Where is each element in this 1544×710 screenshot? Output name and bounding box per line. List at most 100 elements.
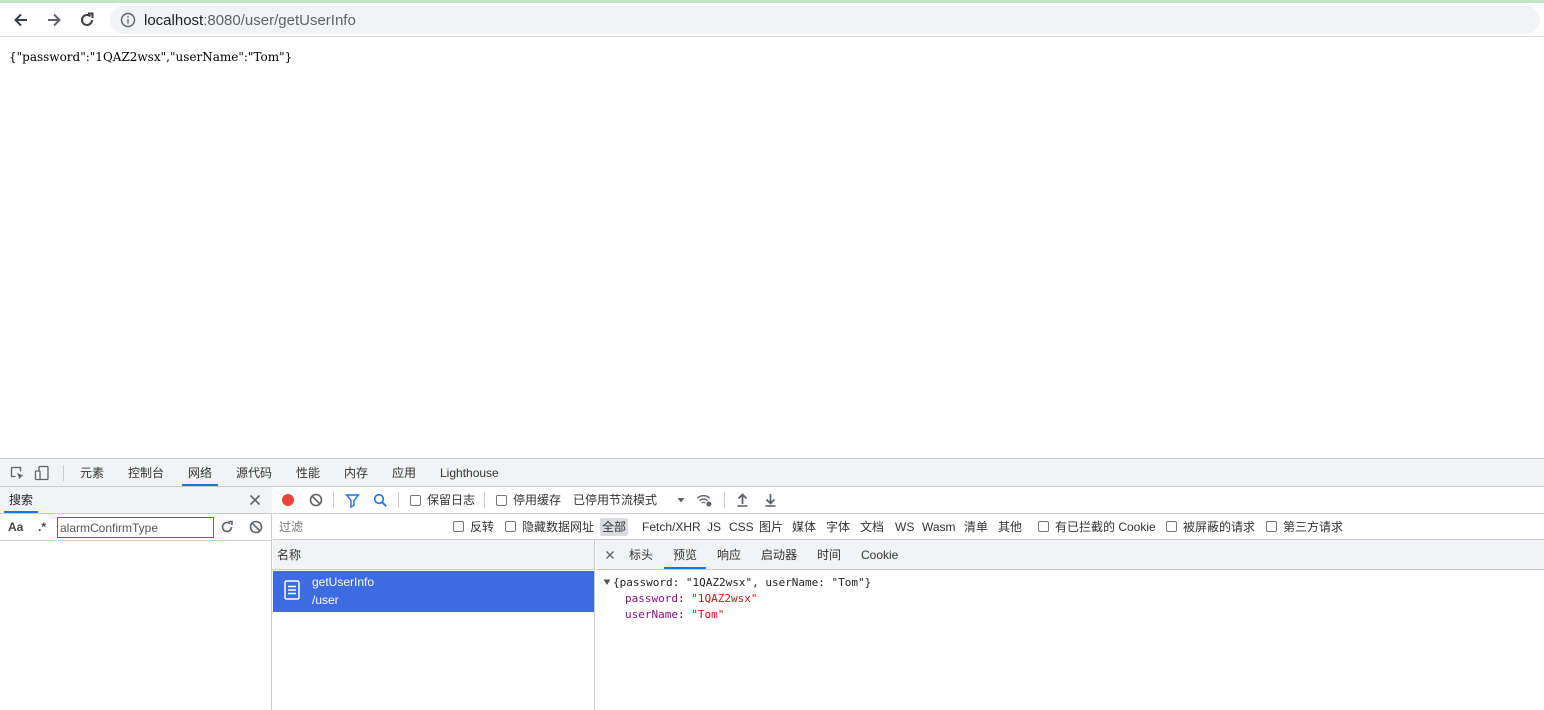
- request-list: 名称 getUserInfo /user: [273, 540, 595, 710]
- tab-headers[interactable]: 标头: [620, 540, 662, 569]
- tab-network[interactable]: 网络: [182, 459, 219, 486]
- close-detail-icon[interactable]: [602, 547, 618, 563]
- expand-triangle-icon[interactable]: [603, 578, 611, 586]
- tab-console[interactable]: 控制台: [122, 459, 170, 486]
- json-root-node[interactable]: {password: "1QAZ2wsx", userName: "Tom"}: [603, 575, 871, 591]
- tab-response[interactable]: 响应: [708, 540, 750, 569]
- filter-type-ws[interactable]: WS: [893, 518, 916, 536]
- upload-icon[interactable]: [734, 492, 750, 508]
- filter-type-img[interactable]: 图片: [757, 518, 785, 536]
- chevron-down-icon[interactable]: [673, 492, 689, 508]
- filter-type-font[interactable]: 字体: [824, 518, 852, 536]
- tab-timing[interactable]: 时间: [808, 540, 850, 569]
- filter-type-all[interactable]: 全部: [600, 518, 629, 536]
- detail-tab-bar: 标头 预览 响应 启动器 时间 Cookie: [596, 540, 1544, 570]
- match-case-toggle[interactable]: Aa: [8, 514, 23, 540]
- tab-performance[interactable]: 性能: [290, 459, 326, 486]
- tab-preview[interactable]: 预览: [664, 540, 707, 569]
- record-icon[interactable]: [280, 492, 296, 508]
- search-input[interactable]: [57, 517, 214, 538]
- json-key: password: [625, 592, 678, 605]
- request-name: getUserInfo: [312, 575, 375, 589]
- preserve-log-label: 保留日志: [427, 493, 476, 507]
- blocked-cookies-checkbox[interactable]: [1038, 521, 1049, 532]
- json-summary: {password: "1QAZ2wsx", userName: "Tom"}: [613, 576, 872, 589]
- filter-type-other[interactable]: 其他: [996, 518, 1024, 536]
- arrow-right-icon: [48, 13, 61, 27]
- filter-icon[interactable]: [344, 492, 360, 508]
- filter-row: 反转 隐藏数据网址 全部 Fetch/XHR JS CSS 图片 媒体 字体 文…: [273, 514, 1544, 540]
- url-text[interactable]: localhost:8080/user/getUserInfo: [144, 12, 356, 29]
- blocked-requests-label: 被屏蔽的请求: [1183, 520, 1256, 534]
- tab-lighthouse[interactable]: Lighthouse: [434, 459, 505, 486]
- clear-search-icon[interactable]: [248, 519, 264, 535]
- tab-cookies[interactable]: Cookie: [852, 540, 907, 569]
- json-value: "1QAZ2wsx": [691, 592, 758, 605]
- refresh-icon[interactable]: [219, 519, 235, 535]
- divider: [398, 492, 399, 508]
- filter-type-wasm[interactable]: Wasm: [920, 518, 958, 536]
- filter-type-css[interactable]: CSS: [727, 518, 756, 536]
- back-button[interactable]: [9, 8, 33, 32]
- tab-application[interactable]: 应用: [386, 459, 422, 486]
- disable-cache-checkbox[interactable]: [496, 495, 507, 506]
- url-path: :8080/user/getUserInfo: [203, 11, 356, 29]
- json-field-password: password: "1QAZ2wsx": [625, 592, 758, 605]
- reload-icon: [81, 12, 94, 26]
- search-icon[interactable]: [372, 492, 388, 508]
- hide-data-urls-label: 隐藏数据网址: [522, 520, 595, 534]
- third-party-checkbox[interactable]: [1266, 521, 1277, 532]
- third-party-label: 第三方请求: [1283, 520, 1344, 534]
- devtools-tab-bar: 元素 控制台 网络 源代码 性能 内存 应用 Lighthouse: [0, 459, 1544, 487]
- request-path: /user: [312, 593, 339, 607]
- download-icon[interactable]: [762, 492, 778, 508]
- tab-elements[interactable]: 元素: [74, 459, 110, 486]
- inspect-element-icon[interactable]: [9, 465, 25, 481]
- arrow-left-icon: [14, 13, 27, 27]
- search-tab-title[interactable]: 搜索: [4, 487, 39, 513]
- browser-toolbar: localhost:8080/user/getUserInfo: [0, 0, 1544, 37]
- filter-input[interactable]: [275, 517, 439, 537]
- divider: [63, 465, 64, 481]
- filter-type-fetch-xhr[interactable]: Fetch/XHR: [640, 518, 703, 536]
- tab-memory[interactable]: 内存: [338, 459, 374, 486]
- tab-sources[interactable]: 源代码: [230, 459, 278, 486]
- filter-type-media[interactable]: 媒体: [790, 518, 818, 536]
- disable-cache-label: 停用缓存: [513, 493, 562, 507]
- invert-checkbox[interactable]: [453, 521, 464, 532]
- device-toolbar-icon[interactable]: [34, 465, 50, 481]
- filter-type-js[interactable]: JS: [705, 518, 723, 536]
- filter-type-doc[interactable]: 文档: [858, 518, 886, 536]
- tab-initiator[interactable]: 启动器: [752, 540, 806, 569]
- search-pane: 搜索 Aa .*: [0, 487, 272, 710]
- divider: [484, 492, 485, 508]
- json-field-username: userName: "Tom": [625, 608, 725, 621]
- info-icon[interactable]: [120, 12, 136, 28]
- blocked-cookies-label: 有已拦截的 Cookie: [1055, 520, 1156, 534]
- request-list-header: 名称: [273, 540, 594, 570]
- devtools-panel: 元素 控制台 网络 源代码 性能 内存 应用 Lighthouse 搜索 Aa …: [0, 458, 1544, 710]
- forward-button[interactable]: [42, 8, 66, 32]
- json-value: "Tom": [691, 608, 725, 621]
- regex-toggle[interactable]: .*: [38, 514, 46, 540]
- url-host: localhost: [144, 11, 204, 29]
- filter-type-manifest[interactable]: 清单: [962, 518, 990, 536]
- invert-label: 反转: [470, 520, 495, 534]
- hide-data-urls-checkbox[interactable]: [505, 521, 516, 532]
- preserve-log-checkbox[interactable]: [410, 495, 421, 506]
- network-toolbar: 保留日志 停用缓存 已停用节流模式: [273, 487, 1544, 514]
- address-bar[interactable]: localhost:8080/user/getUserInfo: [110, 6, 1540, 34]
- clear-icon[interactable]: [308, 492, 324, 508]
- divider: [724, 492, 725, 508]
- close-icon[interactable]: [247, 492, 263, 508]
- network-conditions-icon[interactable]: [696, 492, 712, 508]
- throttling-select[interactable]: 已停用节流模式: [573, 487, 657, 513]
- blocked-requests-checkbox[interactable]: [1166, 521, 1177, 532]
- json-key: userName: [625, 608, 678, 621]
- page-json-body: {"password":"1QAZ2wsx","userName":"Tom"}: [9, 50, 293, 64]
- request-row[interactable]: getUserInfo /user: [273, 571, 594, 612]
- search-pane-header: 搜索: [0, 487, 272, 514]
- document-icon: [284, 580, 300, 600]
- column-name-header[interactable]: 名称: [277, 542, 301, 568]
- reload-button[interactable]: [75, 8, 99, 32]
